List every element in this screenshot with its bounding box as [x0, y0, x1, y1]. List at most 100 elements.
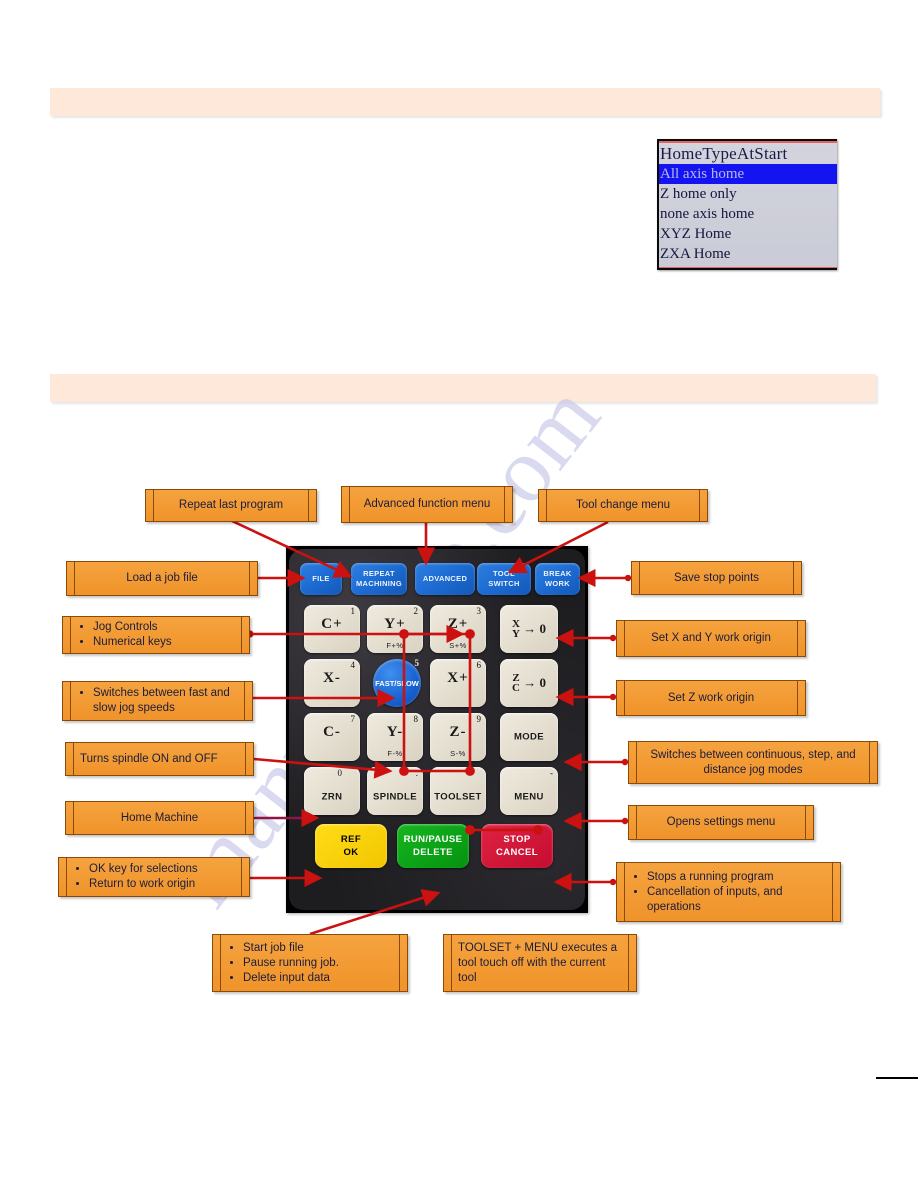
- key-spindle[interactable]: . SPINDLE: [367, 767, 423, 815]
- callout-set-xy-work-origin: Set X and Y work origin: [616, 620, 806, 657]
- key-y-plus-label: Y+: [384, 616, 406, 632]
- key-z-plus[interactable]: 3 Z+ S+%: [430, 605, 486, 653]
- key-menu[interactable]: - MENU: [500, 767, 558, 815]
- key-advanced-label: ADVANCED: [422, 574, 468, 583]
- key-c-plus-label: C+: [321, 616, 343, 632]
- page-banner-middle: [50, 374, 876, 402]
- lcd-option-all-axis-home[interactable]: All axis home: [659, 164, 837, 184]
- key-stop-cancel-label-1: STOP: [503, 834, 531, 845]
- cnc-controller-keypad: FILE REPEAT MACHINING ADVANCED TOOL SWIT…: [286, 546, 588, 913]
- key-x-plus-label: X+: [447, 670, 469, 686]
- key-run-pause-label-1: RUN/PAUSE: [403, 834, 463, 845]
- callout-ok-key-item-1: OK key for selections: [89, 862, 235, 877]
- key-menu-dash: -: [550, 768, 553, 778]
- callout-toolset-menu-combo: TOOLSET + MENU executes a tool touch off…: [443, 934, 637, 992]
- callout-ok-key: OK key for selections Return to work ori…: [58, 857, 250, 897]
- callout-set-z-work-origin-text: Set Z work origin: [667, 691, 755, 704]
- key-toolset[interactable]: TOOLSET: [430, 767, 486, 815]
- page-banner-top: [50, 88, 880, 116]
- key-y-plus[interactable]: 2 Y+ F+%: [367, 605, 423, 653]
- key-z-minus-label: Z-: [449, 724, 467, 740]
- key-fast-slow[interactable]: 5 FAST/SLOW: [373, 658, 421, 707]
- key-y-plus-sub: F+%: [386, 641, 404, 650]
- lcd-option-zxa-home[interactable]: ZXA Home: [659, 244, 837, 264]
- key-toolset-label: TOOLSET: [434, 791, 482, 803]
- callout-repeat-last-program: Repeat last program: [145, 489, 317, 522]
- key-x-plus-digit: 6: [476, 660, 482, 670]
- key-file-label: FILE: [312, 574, 330, 583]
- key-ref-ok-label-2: OK: [343, 847, 359, 858]
- key-repeat-label-2: MACHINING: [355, 579, 403, 588]
- lcd-option-xyz-home[interactable]: XYZ Home: [659, 224, 837, 244]
- key-advanced[interactable]: ADVANCED: [415, 563, 475, 595]
- callout-stop-program-item-1: Stops a running program: [647, 870, 826, 885]
- callout-repeat-last-program-text: Repeat last program: [178, 499, 284, 511]
- callout-home-machine-text: Home Machine: [120, 811, 199, 824]
- key-y-minus-label: Y-: [386, 724, 404, 740]
- callout-tool-change-menu: Tool change menu: [538, 489, 708, 522]
- callout-tool-change-menu-text: Tool change menu: [576, 499, 670, 511]
- key-y-minus-sub: F-%: [387, 749, 403, 758]
- key-z-minus-sub: S-%: [450, 749, 466, 758]
- key-spindle-label: SPINDLE: [373, 791, 417, 803]
- key-y-plus-digit: 2: [413, 606, 419, 616]
- key-x-minus-label: X-: [323, 670, 341, 686]
- key-z-plus-sub: S+%: [449, 641, 467, 650]
- key-zc-zero-c: C: [512, 682, 520, 694]
- key-run-pause-label-2: DELETE: [413, 847, 453, 858]
- key-c-plus-digit: 1: [350, 606, 356, 616]
- key-c-minus-digit: 7: [350, 714, 356, 724]
- callout-stop-program-item-2: Cancellation of inputs, and operations: [647, 885, 826, 915]
- key-ref-ok-label-1: REF: [340, 834, 362, 845]
- callout-load-a-job-file: Load a job file: [66, 561, 258, 596]
- key-run-pause-delete[interactable]: RUN/PAUSE DELETE: [397, 824, 469, 868]
- callout-ok-key-item-2: Return to work origin: [89, 877, 235, 892]
- key-x-plus[interactable]: 6 X+: [430, 659, 486, 707]
- key-mode[interactable]: MODE: [500, 713, 558, 761]
- key-z-minus-digit: 9: [476, 714, 482, 724]
- callout-run-pause-delete-item-3: Delete input data: [243, 971, 393, 986]
- key-fast-slow-digit: 5: [414, 658, 420, 668]
- key-repeat-label-1: REPEAT: [363, 569, 395, 578]
- callout-run-pause-delete-item-1: Start job file: [243, 941, 393, 956]
- callout-fast-slow-jog-item-1: Switches between fast and slow jog speed…: [93, 686, 238, 716]
- callout-jog-modes-text: Switches between continuous, step, and d…: [650, 748, 856, 776]
- callout-opens-settings-menu-text: Opens settings menu: [666, 816, 776, 828]
- callout-jog-controls-item-1: Jog Controls: [93, 620, 235, 635]
- key-zrn[interactable]: 0 ZRN: [304, 767, 360, 815]
- callout-spindle-on-off-text: Turns spindle ON and OFF: [80, 752, 218, 765]
- key-c-minus[interactable]: 7 C-: [304, 713, 360, 761]
- key-x-minus[interactable]: 4 X-: [304, 659, 360, 707]
- callout-load-a-job-file-text: Load a job file: [126, 572, 198, 584]
- lcd-option-z-home-only[interactable]: Z home only: [659, 184, 837, 204]
- callout-home-machine: Home Machine: [65, 801, 254, 835]
- key-repeat-machining[interactable]: REPEAT MACHINING: [351, 563, 407, 595]
- lcd-option-none-axis-home[interactable]: none axis home: [659, 204, 837, 224]
- callout-advanced-function-menu-text: Advanced function menu: [363, 498, 491, 510]
- key-zrn-digit: 0: [337, 768, 343, 778]
- callout-toolset-menu-combo-text: TOOLSET + MENU executes a tool touch off…: [458, 941, 618, 984]
- key-xy-zero[interactable]: X Y → 0: [500, 605, 558, 653]
- key-zc-zero[interactable]: Z C → 0: [500, 659, 558, 707]
- callout-stop-program: Stops a running program Cancellation of …: [616, 862, 841, 922]
- key-file[interactable]: FILE: [300, 563, 342, 595]
- key-c-plus[interactable]: 1 C+: [304, 605, 360, 653]
- key-tool-switch-label-2: SWITCH: [488, 579, 520, 588]
- key-break-work-label-1: BREAK: [543, 569, 572, 578]
- key-break-work-label-2: WORK: [545, 579, 570, 588]
- key-ref-ok[interactable]: REF OK: [315, 824, 387, 868]
- callout-opens-settings-menu: Opens settings menu: [628, 805, 814, 840]
- key-y-minus[interactable]: 8 Y- F-%: [367, 713, 423, 761]
- key-break-work[interactable]: BREAK WORK: [535, 563, 580, 595]
- callout-set-z-work-origin: Set Z work origin: [616, 680, 806, 716]
- key-z-minus[interactable]: 9 Z- S-%: [430, 713, 486, 761]
- callout-jog-modes: Switches between continuous, step, and d…: [628, 741, 878, 784]
- key-fast-slow-label: FAST/SLOW: [375, 678, 419, 688]
- key-tool-switch[interactable]: TOOL SWITCH: [477, 563, 531, 595]
- key-zrn-label: ZRN: [321, 791, 343, 803]
- callout-advanced-function-menu: Advanced function menu: [341, 486, 513, 523]
- key-xy-zero-arrow: → 0: [523, 621, 546, 636]
- key-z-plus-label: Z+: [447, 616, 469, 632]
- key-stop-cancel[interactable]: STOP CANCEL: [481, 824, 553, 868]
- key-mode-label: MODE: [513, 731, 545, 743]
